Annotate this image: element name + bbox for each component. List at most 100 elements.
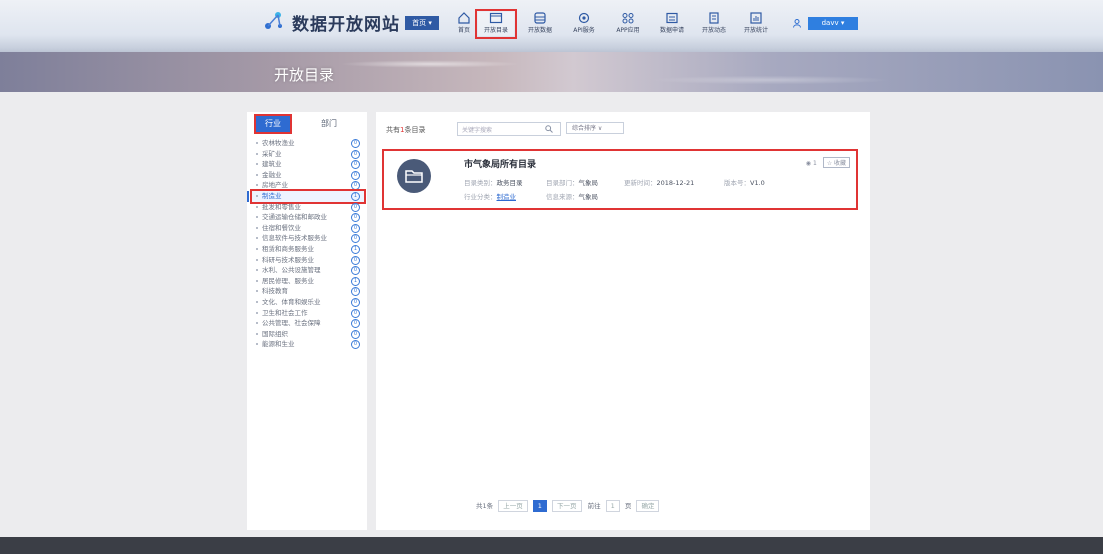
sidebar-item-label: 金融业 (262, 170, 282, 179)
stats-icon (750, 12, 762, 24)
sort-select[interactable]: 综合排序 ∨ (566, 122, 624, 134)
bullet-icon (256, 184, 258, 187)
site-logo-icon (265, 12, 282, 29)
api-icon (578, 12, 590, 24)
nav-label: 开放动态 (701, 27, 726, 34)
user-icon (793, 19, 801, 28)
sidebar-item-label: 租赁和商务服务业 (262, 244, 314, 253)
sidebar-item[interactable]: 金融业 0 (252, 170, 364, 181)
city-select[interactable]: 首页 ▾ (405, 16, 439, 30)
total-count: 共有1条目录 (386, 125, 425, 135)
site-title[interactable]: 数据开放网站 (292, 10, 400, 35)
sidebar-item[interactable]: 科研与技术服务业 0 (252, 255, 364, 266)
bullet-icon (256, 173, 258, 176)
nav-api[interactable]: API服务 (566, 12, 602, 36)
catalog-icon (489, 12, 503, 24)
bullet-icon (256, 311, 258, 314)
sidebar-item[interactable]: 制造业 1 (247, 189, 366, 204)
sidebar-item[interactable]: 公共管理、社会保障 0 (252, 318, 364, 329)
nav-label: API服务 (573, 27, 595, 34)
sidebar-item-label: 水利、公共设施管理 (262, 266, 321, 275)
sidebar-item[interactable]: 国际组织 0 (252, 329, 364, 340)
meta-value: 2018-12-21 (656, 179, 695, 187)
sidebar-item[interactable]: 住宿和餐饮业 0 (252, 223, 364, 234)
bullet-icon (256, 237, 258, 240)
page-unit: 页 (624, 502, 632, 510)
meta-label: 更新时间： (624, 179, 657, 187)
sidebar-item[interactable]: 农林牧渔业 0 (252, 138, 364, 149)
nav-apps[interactable]: APP应用 (610, 12, 646, 36)
nav-news[interactable]: 开放动态 (696, 12, 732, 36)
meta-type: 目录类别：政务目录 (464, 177, 523, 187)
sidebar-item[interactable]: 交通运输仓储和邮政业 0 (252, 212, 364, 223)
bullet-icon (256, 269, 258, 272)
item-count-badge: 0 (351, 170, 360, 180)
bullet-icon (256, 216, 258, 219)
sidebar-item-label: 能源和生业 (262, 340, 295, 349)
prev-page-button[interactable]: 上一页 (498, 500, 528, 512)
sidebar-tabs: 行业 部门 (252, 114, 364, 134)
catalog-card[interactable]: 市气象局所有目录 目录类别：政务目录 目录部门：气象局 更新时间：2018-12… (382, 149, 858, 210)
sidebar-item[interactable]: 居民修理、服务业 1 (252, 276, 364, 287)
sidebar-item-label: 采矿业 (262, 149, 282, 158)
folder-icon (397, 159, 431, 193)
bullet-icon (256, 322, 258, 325)
bullet-icon (256, 332, 258, 335)
catalog-title[interactable]: 市气象局所有目录 (464, 157, 536, 170)
item-count-badge: 0 (351, 202, 360, 212)
sidebar-item[interactable]: 科技教育 0 (252, 286, 364, 297)
meta-label: 行业分类： (464, 193, 497, 201)
item-count-badge: 1 (351, 191, 360, 201)
meta-version: 版本号：V1.0 (724, 177, 765, 187)
item-count-badge: 1 (351, 276, 360, 286)
item-count-badge: 0 (351, 160, 360, 170)
nav-stats[interactable]: 开放统计 (738, 12, 774, 36)
item-count-badge: 0 (351, 234, 360, 244)
next-page-button[interactable]: 下一页 (552, 500, 582, 512)
tab-department[interactable]: 部门 (312, 116, 346, 132)
nav-label: 开放统计 (743, 27, 768, 34)
sidebar-item[interactable]: 水利、公共设施管理 0 (252, 265, 364, 276)
nav-open-data[interactable]: 开放数据 (522, 12, 558, 36)
nav-catalog[interactable]: 开放目录 (475, 9, 517, 39)
nav-home[interactable]: 首页 (446, 12, 482, 36)
card-actions: ◉ 1 ☆ 收藏 (806, 157, 850, 168)
sidebar-item[interactable]: 卫生和社会工作 0 (252, 308, 364, 319)
meta-value: 政务目录 (496, 179, 523, 187)
category-sidebar: 行业 部门 农林牧渔业 0 采矿业 0 建筑业 0 金融业 0 房地产业 0 制造业 1 批发和零售业 0… (247, 112, 367, 530)
apps-icon (622, 13, 634, 24)
sidebar-item[interactable]: 批发和零售业 0 (252, 202, 364, 213)
sidebar-item[interactable]: 采矿业 0 (252, 149, 364, 160)
goto-page-input[interactable]: 1 (605, 500, 620, 512)
sidebar-item-label: 公共管理、社会保障 (262, 319, 321, 328)
industry-list: 农林牧渔业 0 采矿业 0 建筑业 0 金融业 0 房地产业 0 制造业 1 批发和零售业 0 交通运输仓储… (247, 138, 366, 350)
nav-apply[interactable]: 数据申请 (654, 12, 690, 36)
header: 数据开放网站 首页 ▾ 首页 开放目录 开放数据 API服务 APP应用 数据申… (0, 0, 1103, 92)
sidebar-item[interactable]: 信息软件与技术服务业 0 (252, 233, 364, 244)
sidebar-item[interactable]: 租赁和商务服务业 1 (252, 244, 364, 255)
search-input[interactable]: 关键字搜索 (457, 122, 561, 136)
search-icon[interactable] (545, 125, 553, 133)
item-count-badge: 0 (351, 266, 360, 276)
industry-link[interactable]: 制造业 (497, 193, 517, 201)
item-count-badge: 0 (351, 308, 360, 318)
item-count-badge: 0 (351, 319, 360, 329)
page-number-button[interactable]: 1 (532, 500, 547, 512)
confirm-button[interactable]: 确定 (636, 500, 660, 512)
tab-industry[interactable]: 行业 (254, 114, 292, 134)
sidebar-item-label: 交通运输仓储和邮政业 (262, 213, 327, 222)
user-menu-button[interactable]: davv ▾ (808, 17, 858, 30)
sidebar-item[interactable]: 建筑业 0 (252, 159, 364, 170)
sidebar-item[interactable]: 房地产业 0 (252, 180, 364, 191)
meta-industry: 行业分类：制造业 (464, 191, 516, 201)
item-count-badge: 0 (351, 213, 360, 223)
meta-dept: 目录部门：气象局 (546, 177, 598, 187)
search-placeholder: 关键字搜索 (462, 127, 493, 134)
meta-label: 版本号： (724, 179, 750, 187)
sidebar-item-label: 制造业 (262, 191, 282, 200)
total-prefix: 共有 (386, 126, 400, 134)
sidebar-item-label: 住宿和餐饮业 (262, 223, 301, 232)
favorite-button[interactable]: ☆ 收藏 (822, 157, 850, 168)
sidebar-item[interactable]: 能源和生业 0 (252, 339, 364, 350)
sidebar-item[interactable]: 文化、体育和娱乐业 0 (252, 297, 364, 308)
